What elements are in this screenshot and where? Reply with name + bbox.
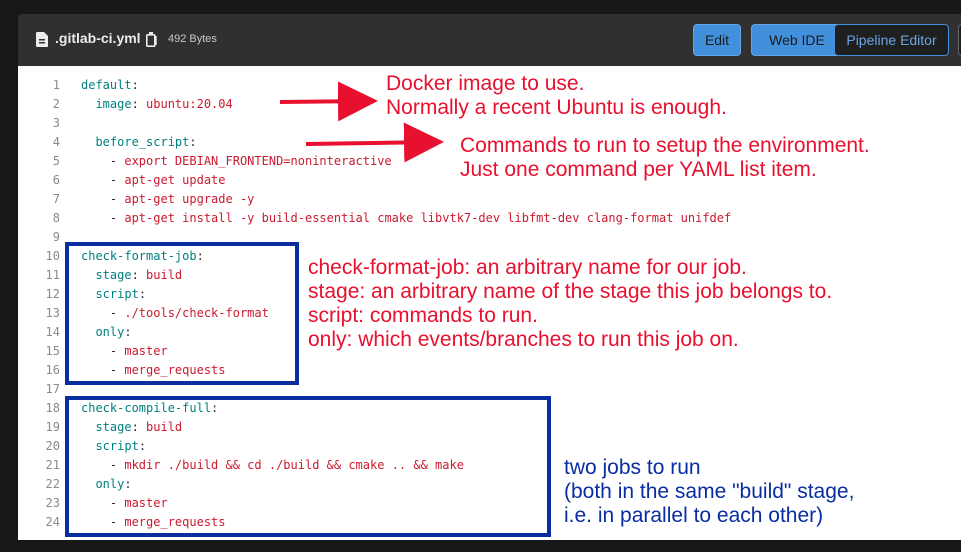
- edit-button[interactable]: Edit: [693, 24, 741, 56]
- code-panel: 1 default: 2 image: ubuntu:20.04 3 4 before_…: [18, 66, 961, 540]
- annotation-arrows: [279, 81, 444, 163]
- file-size: 492 Bytes: [168, 33, 217, 45]
- pipeline-editor-button[interactable]: Pipeline Editor: [834, 24, 949, 56]
- copy-icon[interactable]: [146, 32, 158, 47]
- arrow-to-before-script: [305, 122, 444, 163]
- file-header: .gitlab-ci.yml 492 Bytes Edit Web IDE Pi…: [18, 14, 961, 66]
- file-icon: [36, 32, 48, 47]
- web-ide-button[interactable]: Web IDE: [751, 24, 843, 56]
- file-name: .gitlab-ci.yml: [55, 30, 141, 46]
- arrow-to-image: [279, 81, 378, 122]
